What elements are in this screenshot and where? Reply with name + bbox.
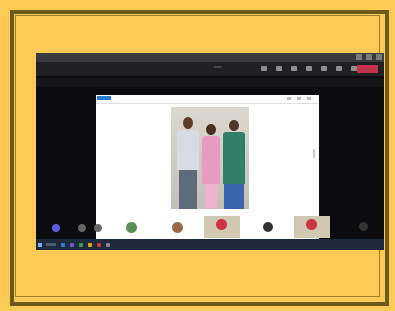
meeting-screen [36,53,384,250]
avatar [52,224,60,232]
windows-taskbar [36,239,384,250]
settings-icon[interactable] [307,97,311,100]
start-icon[interactable] [38,242,42,247]
share-status [214,66,222,68]
title-bar [36,53,384,62]
chat-icon[interactable] [276,66,282,71]
participant-tile[interactable] [76,216,90,236]
leave-button[interactable] [357,65,378,73]
app-icon[interactable] [70,242,74,247]
person-left [175,117,201,209]
participant-tile[interactable] [256,216,282,236]
meeting-toolbar [36,62,384,76]
zoom-icon[interactable] [287,97,291,100]
reactions-icon[interactable] [291,66,297,71]
avatar [78,224,86,232]
app-icon[interactable] [61,242,65,247]
participant-tile[interactable] [204,216,240,238]
participant-tile[interactable] [92,216,106,236]
participant-tile[interactable] [50,216,64,236]
mic-icon[interactable] [336,66,342,71]
person-right [222,120,246,209]
document-scrollbar[interactable] [313,149,315,158]
avatar [263,222,273,232]
person-middle [200,124,222,209]
notification-banner [36,78,384,87]
people-icon[interactable] [261,66,267,71]
participant-tile[interactable] [354,216,374,236]
avatar [306,219,317,230]
maximize-icon[interactable] [366,54,372,60]
participant-tile[interactable] [166,216,192,236]
document-toolbar [96,95,319,104]
group-photo [171,107,249,209]
window-controls [356,54,382,60]
app-icon[interactable] [97,242,101,247]
search-box[interactable] [46,243,56,246]
app-icon[interactable] [79,242,83,247]
avatar [172,222,183,233]
page-icon[interactable] [297,97,301,100]
avatar [126,222,137,233]
app-icon[interactable] [106,242,110,247]
avatar [359,222,368,231]
document-tab[interactable] [97,96,111,100]
participant-strip [36,216,384,238]
toolbar-icons [261,66,357,71]
participant-tile[interactable] [294,216,330,238]
more-icon[interactable] [306,66,312,71]
camera-icon[interactable] [321,66,327,71]
close-icon[interactable] [376,54,382,60]
minimize-icon[interactable] [356,54,362,60]
document-icons [287,97,311,100]
app-icon[interactable] [88,242,92,247]
participant-tile[interactable] [120,216,146,236]
avatar [94,224,102,232]
avatar [216,219,227,230]
